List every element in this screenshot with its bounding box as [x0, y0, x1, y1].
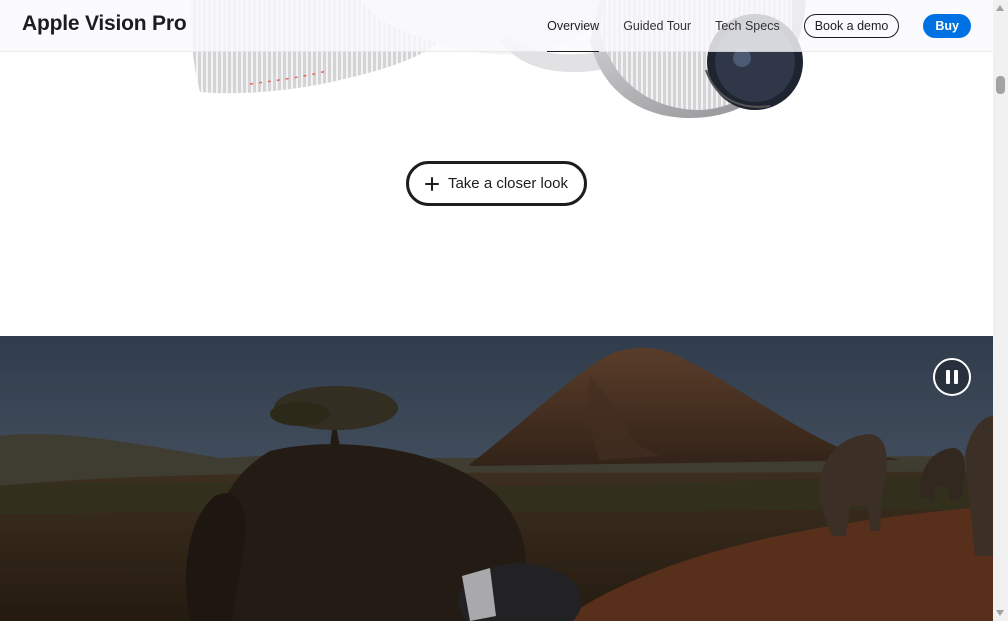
page: Apple Vision Pro Overview Guided Tour Te…	[0, 0, 1008, 621]
local-nav-links: Overview Guided Tour Tech Specs Book a d…	[523, 0, 971, 52]
book-demo-button[interactable]: Book a demo	[803, 14, 900, 38]
buy-button[interactable]: Buy	[923, 14, 971, 38]
pause-icon-bar	[954, 370, 958, 384]
nav-link-guided-tour[interactable]: Guided Tour	[623, 0, 691, 52]
page-scrollbar[interactable]	[993, 0, 1008, 621]
plus-icon	[424, 176, 439, 191]
closer-look-button[interactable]: Take a closer look	[406, 161, 587, 206]
scroll-thumb[interactable]	[996, 76, 1005, 94]
closer-look-label: Take a closer look	[447, 175, 569, 192]
pause-icon	[946, 370, 950, 384]
product-title[interactable]: Apple Vision Pro	[22, 12, 187, 36]
nav-link-overview[interactable]: Overview	[547, 0, 600, 52]
scroll-up-arrow-icon[interactable]	[996, 5, 1004, 11]
scroll-down-arrow-icon[interactable]	[996, 610, 1004, 616]
elephant-video[interactable]	[0, 336, 993, 621]
nav-link-tech-specs[interactable]: Tech Specs	[715, 0, 780, 52]
pause-button[interactable]	[933, 358, 971, 396]
local-nav: Apple Vision Pro Overview Guided Tour Te…	[0, 0, 993, 52]
